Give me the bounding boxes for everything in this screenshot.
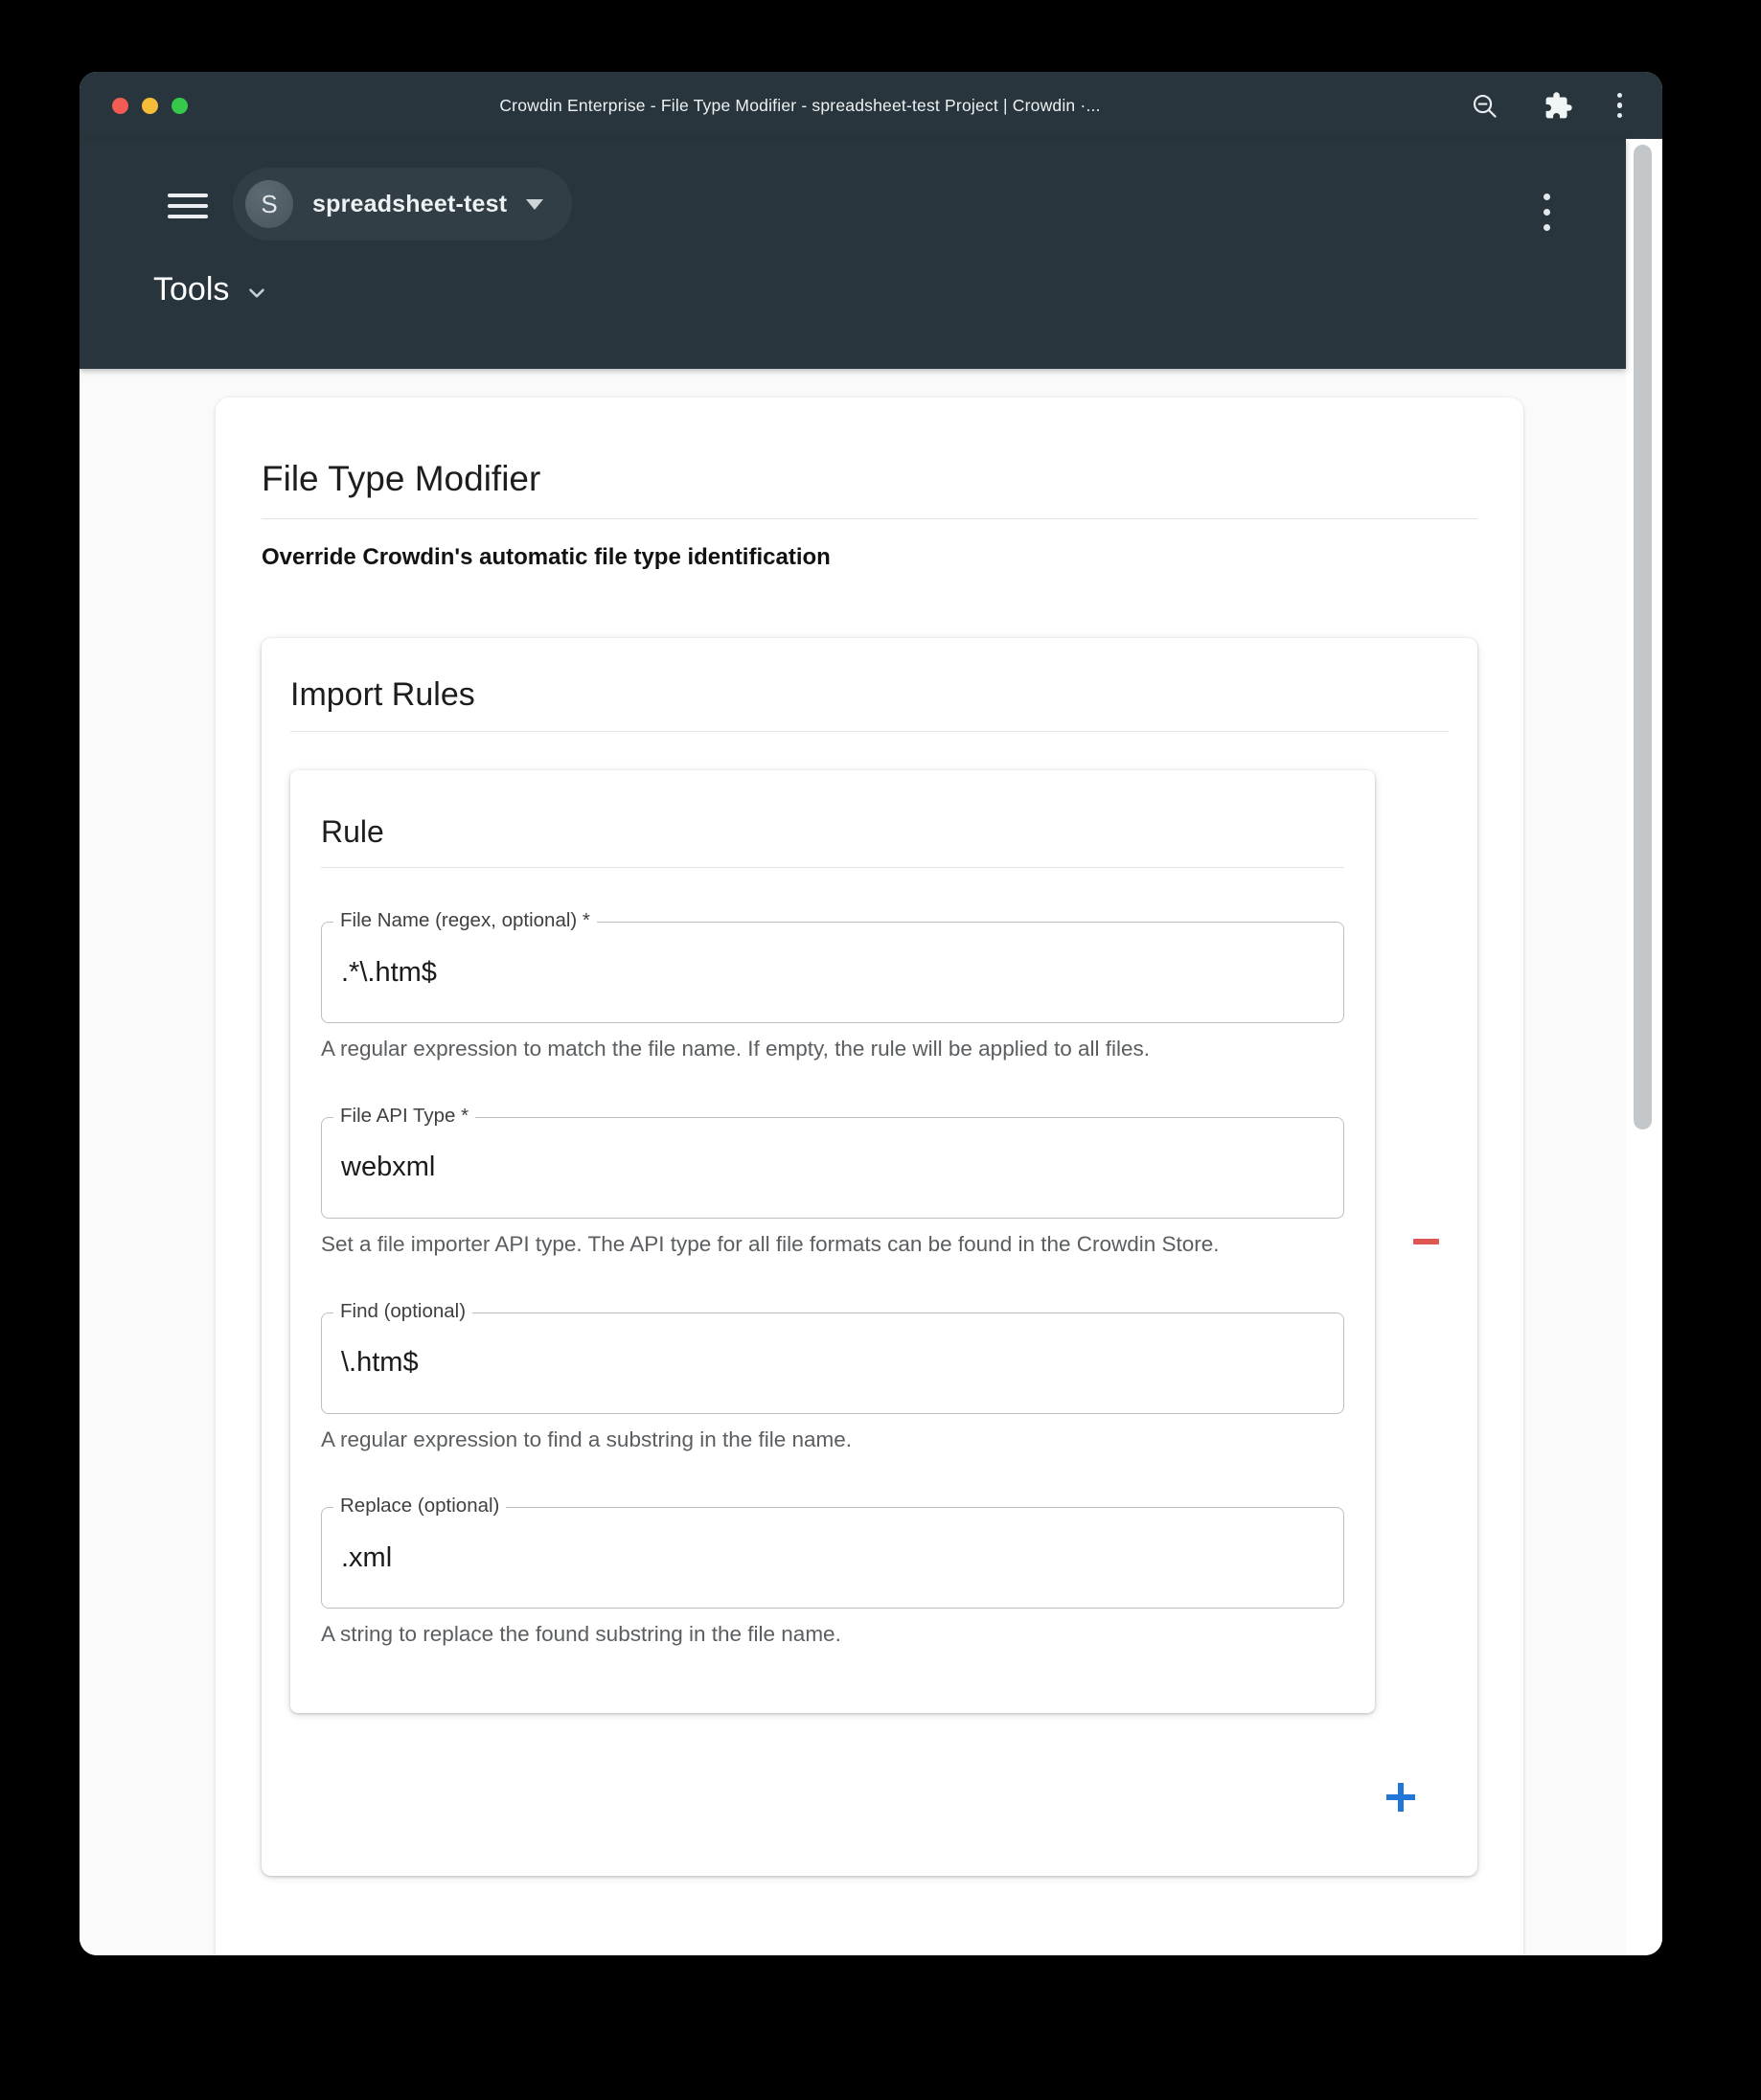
remove-rule-minus-icon — [1413, 1239, 1439, 1244]
file-api-type-helper-text: Set a file importer API type. The API ty… — [321, 1228, 1344, 1261]
maximize-window-button[interactable] — [172, 98, 188, 114]
tools-dropdown[interactable]: Tools — [153, 271, 269, 308]
file-api-type-input[interactable] — [322, 1152, 1343, 1183]
caret-down-icon — [526, 199, 543, 210]
add-rule-button[interactable] — [1380, 1776, 1422, 1818]
project-switcher[interactable]: S spreadsheet-test — [233, 168, 572, 240]
rule-title: Rule — [321, 814, 1344, 850]
content-area: File Type Modifier Override Crowdin's au… — [80, 369, 1626, 1955]
file-api-type-field-box: File API Type * — [321, 1117, 1344, 1219]
file-api-type-field-label: File API Type * — [333, 1105, 475, 1128]
file-name-field-box: File Name (regex, optional) * — [321, 922, 1344, 1023]
remove-rule-button[interactable] — [1406, 1221, 1448, 1263]
traffic-lights — [112, 98, 217, 114]
browser-menu-kebab-icon[interactable] — [1617, 93, 1623, 119]
replace-field-label: Replace (optional) — [333, 1495, 506, 1518]
find-helper-text: A regular expression to find a substring… — [321, 1424, 1344, 1456]
hamburger-menu-icon[interactable] — [168, 194, 208, 218]
app-header: S spreadsheet-test Tools — [80, 139, 1626, 369]
find-field-label: Find (optional) — [333, 1300, 472, 1323]
rule-row: Rule File Name (regex, optional) * A reg… — [262, 770, 1477, 1713]
find-input[interactable] — [322, 1347, 1343, 1379]
field-group-file-api-type: File API Type * Set a file importer API … — [321, 1117, 1344, 1261]
project-avatar-letter: S — [261, 190, 277, 219]
file-name-input[interactable] — [322, 957, 1343, 989]
minimize-window-button[interactable] — [142, 98, 158, 114]
divider — [321, 867, 1344, 868]
import-rules-card: Import Rules Rule File Name (regex, opti… — [262, 638, 1477, 1876]
divider — [290, 731, 1449, 732]
browser-toolbar-icons — [1383, 91, 1622, 121]
replace-field-box: Replace (optional) — [321, 1507, 1344, 1609]
close-window-button[interactable] — [112, 98, 128, 114]
zoom-out-icon[interactable] — [1470, 91, 1499, 121]
scrollbar-thumb[interactable] — [1634, 145, 1652, 1130]
browser-window: Crowdin Enterprise - File Type Modifier … — [80, 72, 1662, 1955]
browser-titlebar: Crowdin Enterprise - File Type Modifier … — [80, 72, 1662, 139]
page: S spreadsheet-test Tools F — [80, 139, 1626, 1955]
rule-actions-gutter — [1375, 770, 1477, 1713]
kebab-menu-icon[interactable] — [1540, 190, 1554, 235]
browser-tab-title: Crowdin Enterprise - File Type Modifier … — [217, 96, 1383, 116]
field-group-find: Find (optional) A regular expression to … — [321, 1312, 1344, 1456]
replace-input[interactable] — [322, 1542, 1343, 1574]
field-group-replace: Replace (optional) A string to replace t… — [321, 1507, 1344, 1651]
field-group-file-name: File Name (regex, optional) * A regular … — [321, 922, 1344, 1065]
chevron-down-icon — [244, 281, 269, 306]
project-avatar: S — [245, 180, 293, 228]
rule-card: Rule File Name (regex, optional) * A reg… — [290, 770, 1375, 1713]
add-rule-plus-icon — [1398, 1783, 1404, 1812]
file-type-modifier-card: File Type Modifier Override Crowdin's au… — [216, 398, 1523, 1955]
scrollbar-track[interactable] — [1626, 139, 1662, 1955]
find-field-box: Find (optional) — [321, 1312, 1344, 1414]
file-name-helper-text: A regular expression to match the file n… — [321, 1033, 1344, 1065]
page-title: File Type Modifier — [262, 459, 1477, 499]
page-subtitle: Override Crowdin's automatic file type i… — [262, 544, 1477, 571]
file-name-field-label: File Name (regex, optional) * — [333, 909, 597, 932]
extensions-puzzle-icon[interactable] — [1544, 91, 1573, 121]
import-rules-title: Import Rules — [290, 676, 1449, 714]
tools-label: Tools — [153, 271, 229, 308]
replace-helper-text: A string to replace the found substring … — [321, 1618, 1344, 1651]
divider — [262, 518, 1477, 519]
project-name: spreadsheet-test — [312, 191, 507, 218]
add-rule-row — [262, 1713, 1477, 1876]
